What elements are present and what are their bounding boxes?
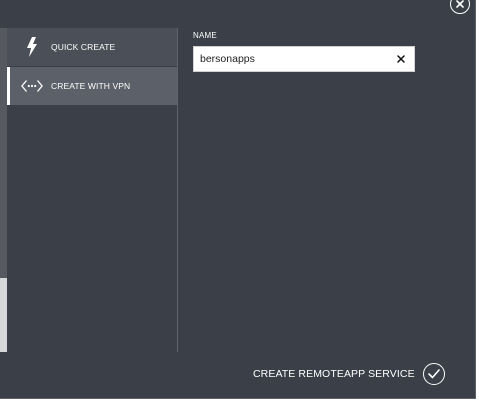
dialog-footer: CREATE REMOTEAPP SERVICE: [253, 363, 445, 385]
nav-item-create-with-vpn[interactable]: CREATE WITH VPN: [7, 67, 177, 105]
scrollbar-thumb[interactable]: [0, 278, 7, 352]
active-indicator: [7, 67, 10, 105]
name-field-label: NAME: [193, 31, 217, 40]
left-nav: QUICK CREATE CREATE WITH VPN: [7, 28, 178, 352]
close-icon: [456, 0, 464, 8]
nav-scrollbar[interactable]: [0, 28, 7, 352]
nav-item-label: QUICK CREATE: [51, 42, 116, 52]
clear-icon: [397, 55, 405, 63]
checkmark-icon: [427, 369, 440, 379]
name-field[interactable]: [193, 46, 415, 72]
create-remoteapp-dialog: QUICK CREATE CREATE WITH VPN NAME berson…: [0, 0, 476, 399]
vpn-icon: [21, 76, 43, 96]
lightning-icon: [21, 37, 43, 57]
close-button[interactable]: [450, 0, 470, 14]
clear-button[interactable]: [394, 52, 408, 66]
name-input[interactable]: [200, 51, 380, 67]
confirm-button[interactable]: [422, 363, 445, 385]
nav-item-quick-create[interactable]: QUICK CREATE: [7, 28, 177, 66]
create-service-label: CREATE REMOTEAPP SERVICE: [253, 368, 415, 380]
nav-item-label: CREATE WITH VPN: [51, 81, 131, 91]
